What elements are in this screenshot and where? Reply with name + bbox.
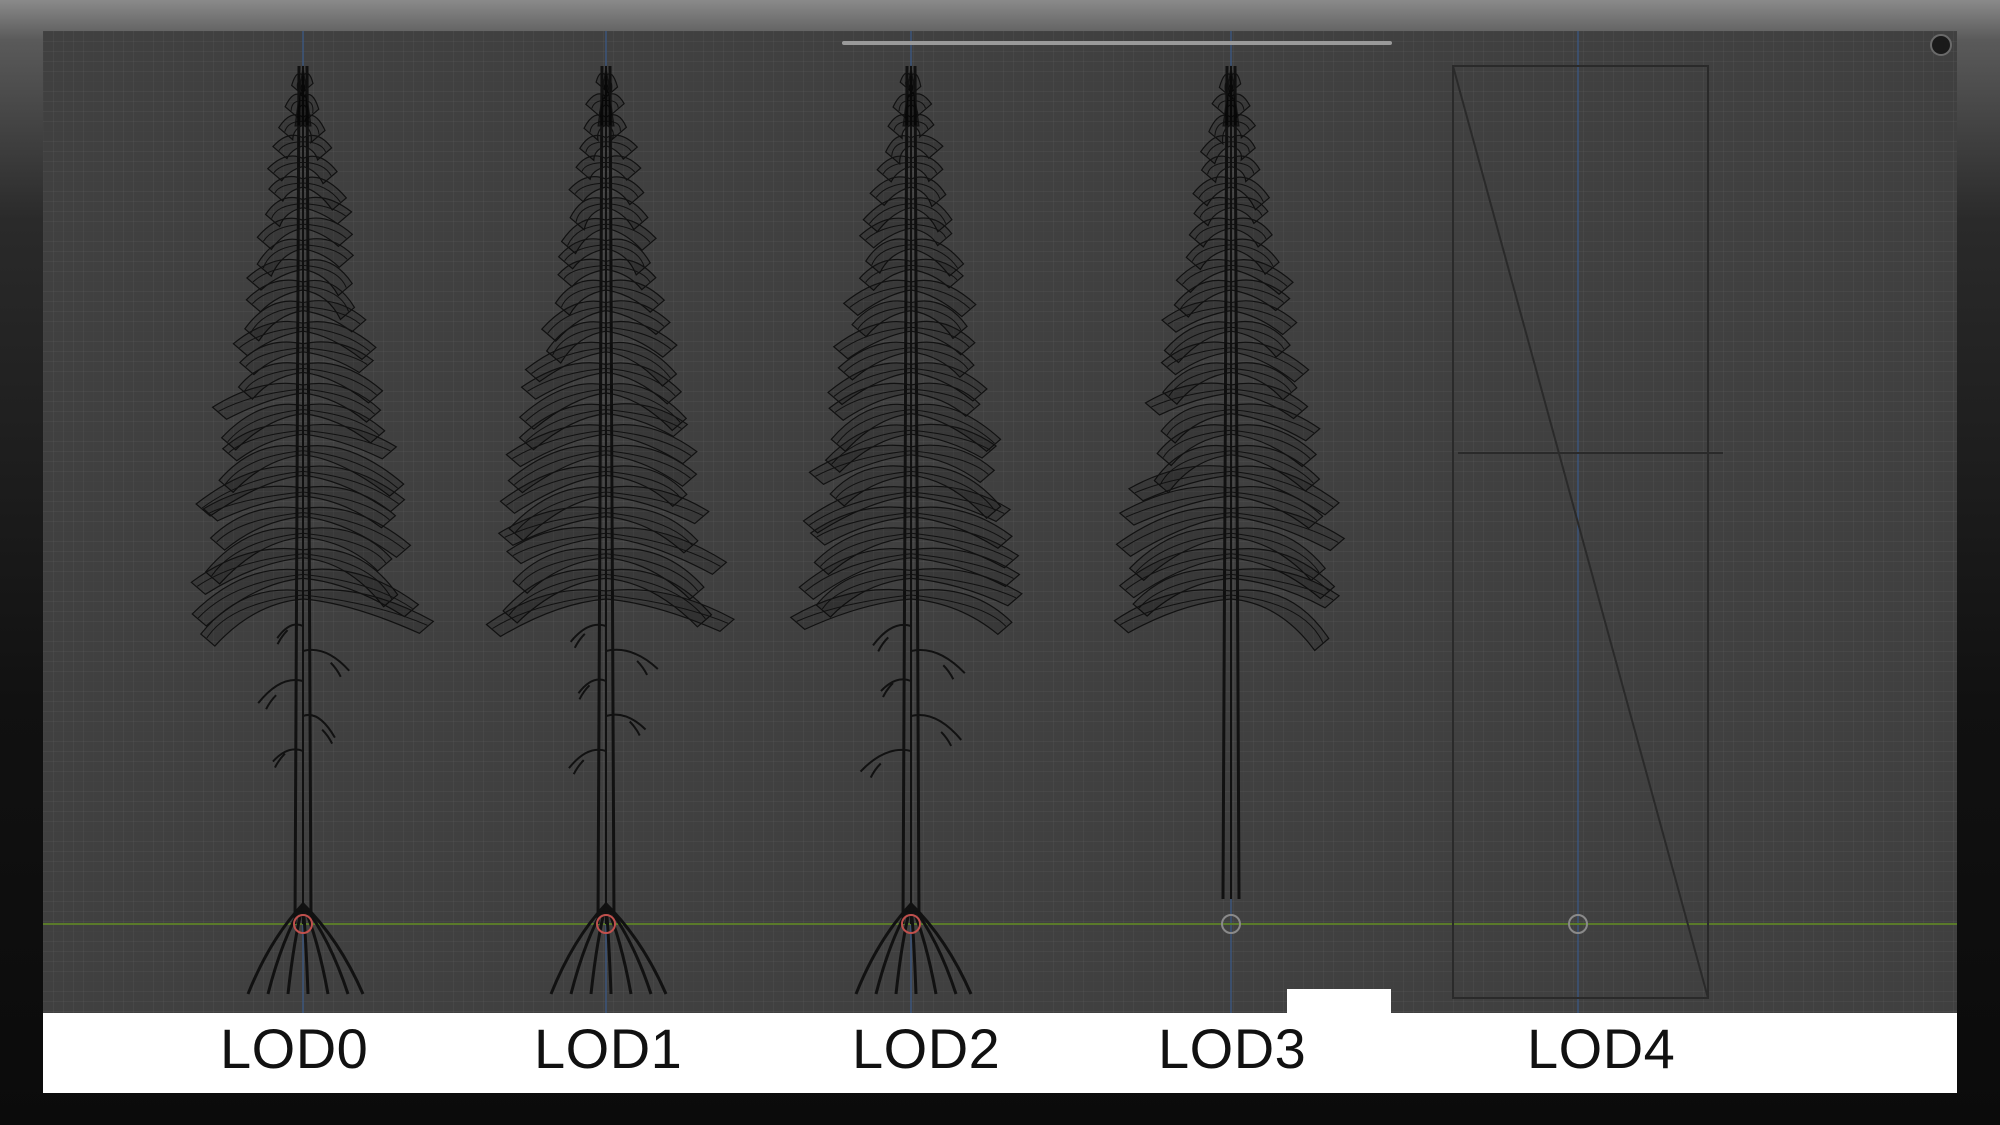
lod1-label: LOD1 (534, 1017, 683, 1080)
3d-viewport[interactable] (43, 31, 1957, 1013)
tree-wireframe-lod1[interactable] (485, 65, 736, 995)
tree-wireframe-lod2[interactable] (789, 65, 1023, 995)
viewport-corner-icon[interactable] (1930, 34, 1952, 56)
lod3-label: LOD3 (1158, 1017, 1307, 1080)
label-bar-notch (1287, 989, 1391, 1015)
lod2-label: LOD2 (852, 1017, 1001, 1080)
scene-canvas[interactable] (43, 31, 1957, 1013)
viewport-header-bar (842, 41, 1392, 45)
lod4-label: LOD4 (1527, 1017, 1676, 1080)
tree-wireframe-lod3[interactable] (1113, 65, 1346, 900)
tree-wireframe-lod0[interactable] (190, 65, 435, 995)
lod4-billboard-wireframe[interactable] (1452, 65, 1723, 999)
lod0-label: LOD0 (220, 1017, 369, 1080)
